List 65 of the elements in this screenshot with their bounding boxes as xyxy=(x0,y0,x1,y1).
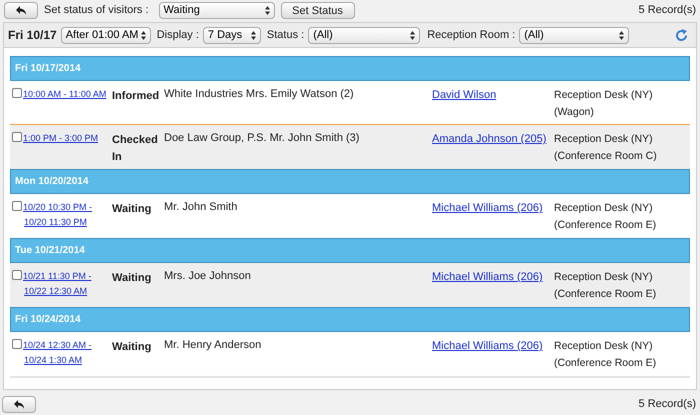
visitor-name: Mrs. Joe Johnson xyxy=(164,269,252,284)
date-header: Tue 10/21/2014 xyxy=(10,238,690,263)
room-name: Reception Desk (NY) xyxy=(554,132,654,147)
room-name: (Conference Room E) xyxy=(554,356,656,371)
dropdown-arrows-icon xyxy=(140,30,146,40)
reception-room-select[interactable]: (All) xyxy=(519,26,630,44)
status-label: Set status of visitors : xyxy=(44,3,149,18)
visitor-name: White Industries Mrs. Emily Watson (2) xyxy=(164,87,355,102)
display-select[interactable]: 7 Days xyxy=(202,26,261,44)
back-button[interactable] xyxy=(4,2,38,19)
time-link[interactable]: 10:00 AM - 11:00 AM xyxy=(23,87,106,102)
date-label: Fri 10/17 xyxy=(8,27,57,44)
checkbox[interactable] xyxy=(12,132,22,142)
visit-status: Checked In xyxy=(112,133,159,165)
room-name: (Conference Room E) xyxy=(554,287,656,302)
status-filter-label: Status : xyxy=(266,28,304,43)
dropdown-arrows-icon xyxy=(250,30,256,40)
host-link[interactable]: David Wilson xyxy=(432,89,496,101)
reception-room-label: Reception Room : xyxy=(427,28,516,43)
room-name: (Wagon) xyxy=(554,105,595,120)
dropdown-arrows-icon xyxy=(264,6,270,15)
back-arrow-icon xyxy=(16,6,26,16)
date-header: Fri 10/24/2014 xyxy=(10,307,690,332)
host-link[interactable]: Michael Williams (206) xyxy=(432,202,543,214)
back-arrow-icon xyxy=(14,400,24,410)
room-name: Reception Desk (NY) xyxy=(554,88,653,103)
checkbox[interactable] xyxy=(12,201,22,211)
room-name: Reception Desk (NY) xyxy=(554,201,654,216)
room-name: (Conference Room E) xyxy=(554,218,656,233)
refresh-icon[interactable] xyxy=(675,28,688,42)
visitor-name: Mr. Henry Anderson xyxy=(164,338,262,353)
host-link[interactable]: Michael Williams (206) xyxy=(432,340,543,352)
status-filter-select[interactable]: (All) xyxy=(308,26,420,44)
checkbox[interactable] xyxy=(12,270,22,280)
time-link[interactable]: 10/22 12:30 AM xyxy=(24,284,92,299)
record-count: 5 Record(s) xyxy=(638,3,696,18)
visit-status: Waiting xyxy=(112,340,152,355)
time-link[interactable]: 10/24 12:30 AM - xyxy=(23,338,92,353)
time-link[interactable]: 10/20 10:30 PM - xyxy=(23,200,92,215)
time-link[interactable]: 10/20 11:30 PM xyxy=(24,215,92,230)
dropdown-arrows-icon xyxy=(410,30,416,40)
visit-status: Informed xyxy=(112,89,160,104)
status-select[interactable]: Waiting xyxy=(158,2,275,19)
visitor-name: Doe Law Group, P.S. Mr. John Smith (3) xyxy=(164,131,360,146)
date-header: Mon 10/20/2014 xyxy=(10,169,690,194)
room-name: Reception Desk (NY) xyxy=(554,270,654,285)
dropdown-arrows-icon xyxy=(619,30,624,40)
time-link[interactable]: 1:00 PM - 3:00 PM xyxy=(23,131,98,146)
date-header: Fri 10/17/2014 xyxy=(10,56,690,81)
checkbox[interactable] xyxy=(12,88,22,98)
record-count: 5 Record(s) xyxy=(638,397,696,412)
set-status-button[interactable]: Set Status xyxy=(280,2,355,19)
time-select[interactable]: After 01:00 AM xyxy=(60,26,151,44)
time-link[interactable]: 10/24 1:30 AM xyxy=(24,353,92,368)
room-name: (Conference Room C) xyxy=(554,149,657,164)
time-link[interactable]: 10/21 11:30 PM - xyxy=(23,269,92,284)
room-name: Reception Desk (NY) xyxy=(554,339,654,354)
visit-status: Waiting xyxy=(112,202,152,217)
checkbox[interactable] xyxy=(12,339,22,349)
display-label: Display : xyxy=(156,28,199,43)
visitor-name: Mr. John Smith xyxy=(164,200,238,215)
host-link[interactable]: Michael Williams (206) xyxy=(432,271,543,283)
visit-status: Waiting xyxy=(112,271,152,286)
host-link[interactable]: Amanda Johnson (205) xyxy=(432,133,546,145)
back-button[interactable] xyxy=(2,396,36,413)
